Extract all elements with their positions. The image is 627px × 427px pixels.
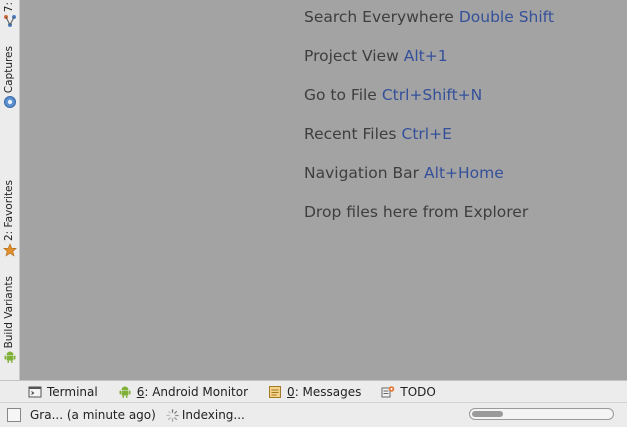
tab-android-monitor-mnemonic: 6 [136,385,145,399]
tab-todo-label: TODO [400,385,436,399]
tab-messages-mnemonic: 0 [287,385,295,399]
tab-todo[interactable]: TODO [377,381,439,403]
spinner-icon [166,408,179,422]
tab-favorites-label: 2: Favorites [3,180,15,241]
hint-project-view: Project View Alt+1 [304,45,554,84]
tab-android-monitor[interactable]: 6: Android Monitor [114,381,252,403]
hint-shortcut: Ctrl+Shift+N [381,86,483,104]
android-icon [119,386,131,398]
hint-text: Navigation Bar [304,164,420,182]
hint-go-to-file: Go to File Ctrl+Shift+N [304,84,554,123]
hint-text: Go to File [304,86,377,104]
hint-text: Recent Files [304,125,397,143]
tab-build-variants[interactable]: Build Variants [0,276,19,366]
messages-icon [269,386,282,398]
hint-text: Search Everywhere [304,8,454,26]
tab-android-monitor-label: : Android Monitor [144,385,249,399]
hint-recent-files: Recent Files Ctrl+E [304,123,554,162]
tab-terminal-label: Terminal [47,385,98,399]
hint-search-everywhere: Search Everywhere Double Shift [304,6,554,45]
tab-captures-label: Captures [3,46,15,94]
progress-fill [472,411,504,417]
indexing-status[interactable]: Indexing... [182,408,245,422]
tool-windows-toggle-button[interactable] [7,408,21,422]
hint-drop-files: Drop files here from Explorer [304,201,554,240]
todo-icon [381,386,395,398]
star-icon [2,243,17,257]
tab-captures[interactable]: Captures [0,46,19,111]
left-tool-strip: 7: Captures 2: Favorites Build Variants [0,0,20,380]
editor-empty-area[interactable]: Search Everywhere Double Shift Project Vi… [20,0,627,380]
tab-messages[interactable]: 0: Messages [264,381,365,403]
hint-shortcut: Ctrl+E [401,125,452,143]
tab-structure[interactable]: 7: [0,2,19,30]
hint-list: Search Everywhere Double Shift Project Vi… [304,6,554,240]
indexing-progress-bar[interactable] [469,408,614,420]
terminal-icon [28,386,42,398]
status-message[interactable]: Gra... (a minute ago) [30,408,156,422]
captures-icon [3,96,16,109]
tab-terminal[interactable]: Terminal [24,381,102,403]
tab-structure-label: 7: [3,2,15,13]
android-icon [4,351,15,364]
hint-text: Project View [304,47,399,65]
tab-build-variants-label: Build Variants [3,276,15,349]
hint-shortcut: Double Shift [458,8,554,26]
structure-icon [3,15,16,28]
hint-shortcut: Alt+1 [403,47,448,65]
hint-navigation-bar: Navigation Bar Alt+Home [304,162,554,201]
status-bar: Gra... (a minute ago) Indexing... [0,402,627,427]
tab-messages-label: : Messages [294,385,362,399]
hint-shortcut: Alt+Home [424,164,504,182]
tab-favorites[interactable]: 2: Favorites [0,180,19,259]
hint-text: Drop files here from Explorer [304,203,529,221]
bottom-tool-bar: Terminal 6: Android Monitor 0: Messages [0,380,627,403]
